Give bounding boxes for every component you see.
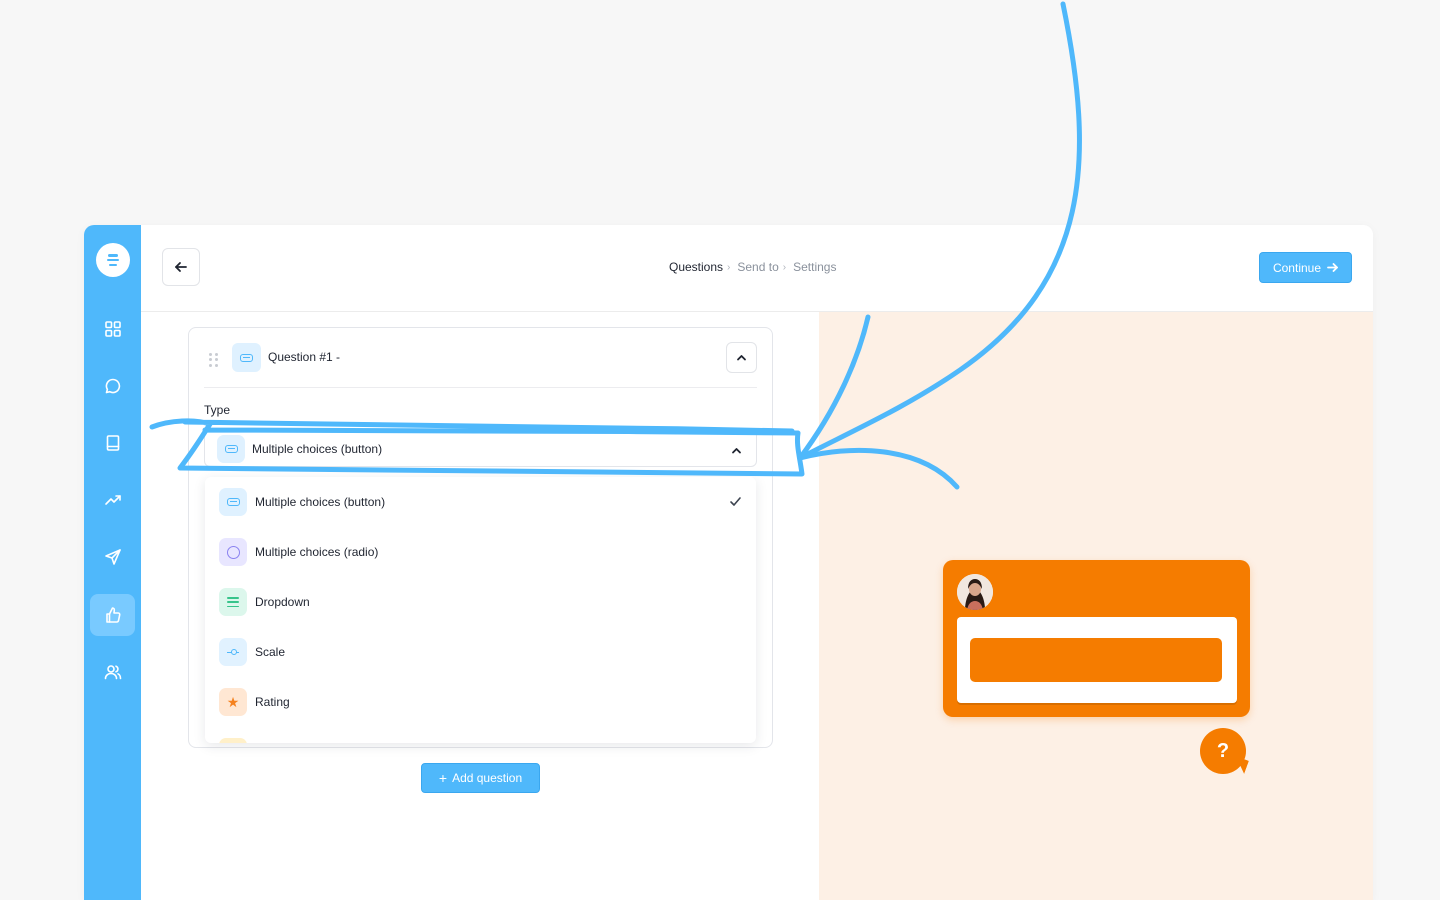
- question-card: Question #1 - Type Multiple choices (but…: [188, 327, 773, 748]
- add-question-button[interactable]: + Add question: [421, 763, 540, 793]
- chevron-up-icon: [737, 355, 746, 361]
- button-icon: [226, 498, 240, 506]
- breadcrumb-send-to[interactable]: Send to: [737, 260, 778, 274]
- button-icon: [224, 445, 238, 453]
- sidebar-item-dashboard[interactable]: [90, 308, 135, 350]
- arrow-right-icon: [1327, 263, 1338, 272]
- chat-icon: [105, 378, 120, 394]
- selected-type-value: Multiple choices (button): [252, 442, 383, 456]
- dropdown-option-button[interactable]: Multiple choices (button): [205, 477, 756, 527]
- sidebar-item-send[interactable]: [90, 536, 135, 578]
- dropdown-option-rating[interactable]: ★ Rating: [205, 677, 756, 727]
- question-type-dropdown: Multiple choices (button) Multiple choic…: [205, 477, 756, 743]
- send-icon: [104, 549, 121, 565]
- dropdown-option-partial[interactable]: [205, 727, 756, 743]
- widget-content: [957, 617, 1237, 703]
- survey-widget-preview: [943, 560, 1250, 717]
- option-icon: [219, 638, 247, 666]
- question-type-select[interactable]: Multiple choices (button): [204, 429, 757, 467]
- logo-icon: [106, 254, 120, 266]
- top-bar: Questions › Send to › Settings Continue: [141, 225, 1373, 312]
- continue-button[interactable]: Continue: [1259, 252, 1352, 283]
- question-mark-icon: ?: [1216, 739, 1230, 762]
- sidebar-item-trending[interactable]: [90, 479, 135, 521]
- sidebar: [84, 225, 141, 900]
- star-icon: ★: [226, 694, 240, 710]
- option-icon: [219, 738, 247, 743]
- type-label: Type: [204, 403, 231, 417]
- question-type-icon: [232, 343, 261, 372]
- breadcrumb-settings[interactable]: Settings: [793, 260, 836, 274]
- dropdown-option-dropdown[interactable]: Dropdown: [205, 577, 756, 627]
- back-button[interactable]: [162, 248, 200, 286]
- question-title: Question #1 -: [268, 350, 341, 364]
- dropdown-option-scale[interactable]: Scale: [205, 627, 756, 677]
- option-label: Multiple choices (radio): [255, 545, 379, 559]
- app-window: Questions › Send to › Settings Continue …: [84, 225, 1373, 900]
- option-label: Rating: [255, 695, 290, 709]
- option-label: Multiple choices (button): [255, 495, 386, 509]
- selected-type-icon: [217, 435, 245, 463]
- trending-icon: [104, 495, 121, 505]
- avatar-image: [957, 574, 993, 610]
- divider: [204, 387, 757, 388]
- sidebar-item-chat[interactable]: [90, 365, 135, 407]
- users-icon: [104, 665, 121, 680]
- chevron-up-icon: [731, 443, 742, 461]
- book-icon: [106, 435, 119, 451]
- add-question-label: Add question: [452, 771, 523, 785]
- dropdown-option-radio[interactable]: Multiple choices (radio): [205, 527, 756, 577]
- radio-icon: [226, 545, 240, 559]
- sidebar-item-book[interactable]: [90, 422, 135, 464]
- button-icon: [240, 353, 253, 362]
- option-icon: [219, 588, 247, 616]
- sidebar-item-feedback[interactable]: [90, 594, 135, 636]
- avatar: [957, 574, 993, 610]
- breadcrumb-separator: ›: [782, 261, 787, 273]
- help-bubble[interactable]: ?: [1200, 728, 1246, 774]
- arrow-left-icon: [175, 262, 187, 272]
- breadcrumb: Questions › Send to › Settings: [669, 260, 836, 274]
- continue-label: Continue: [1272, 260, 1322, 275]
- option-icon: [219, 488, 247, 516]
- breadcrumb-questions[interactable]: Questions: [669, 260, 723, 274]
- option-label: Scale: [255, 645, 286, 659]
- option-icon: [219, 538, 247, 566]
- scale-icon: [227, 648, 239, 656]
- list-icon: [227, 597, 239, 607]
- plus-icon: +: [438, 770, 448, 786]
- widget-answer-button[interactable]: [970, 638, 1222, 682]
- collapse-button[interactable]: [726, 342, 757, 373]
- option-icon: ★: [219, 688, 247, 716]
- breadcrumb-separator: ›: [727, 261, 731, 273]
- drag-handle-icon[interactable]: [209, 353, 219, 367]
- sidebar-item-users[interactable]: [90, 651, 135, 693]
- thumbs-up-icon: [105, 607, 121, 623]
- option-label: Dropdown: [255, 595, 310, 609]
- dashboard-icon: [104, 321, 121, 337]
- logo[interactable]: [96, 243, 130, 277]
- check-icon: [729, 495, 742, 508]
